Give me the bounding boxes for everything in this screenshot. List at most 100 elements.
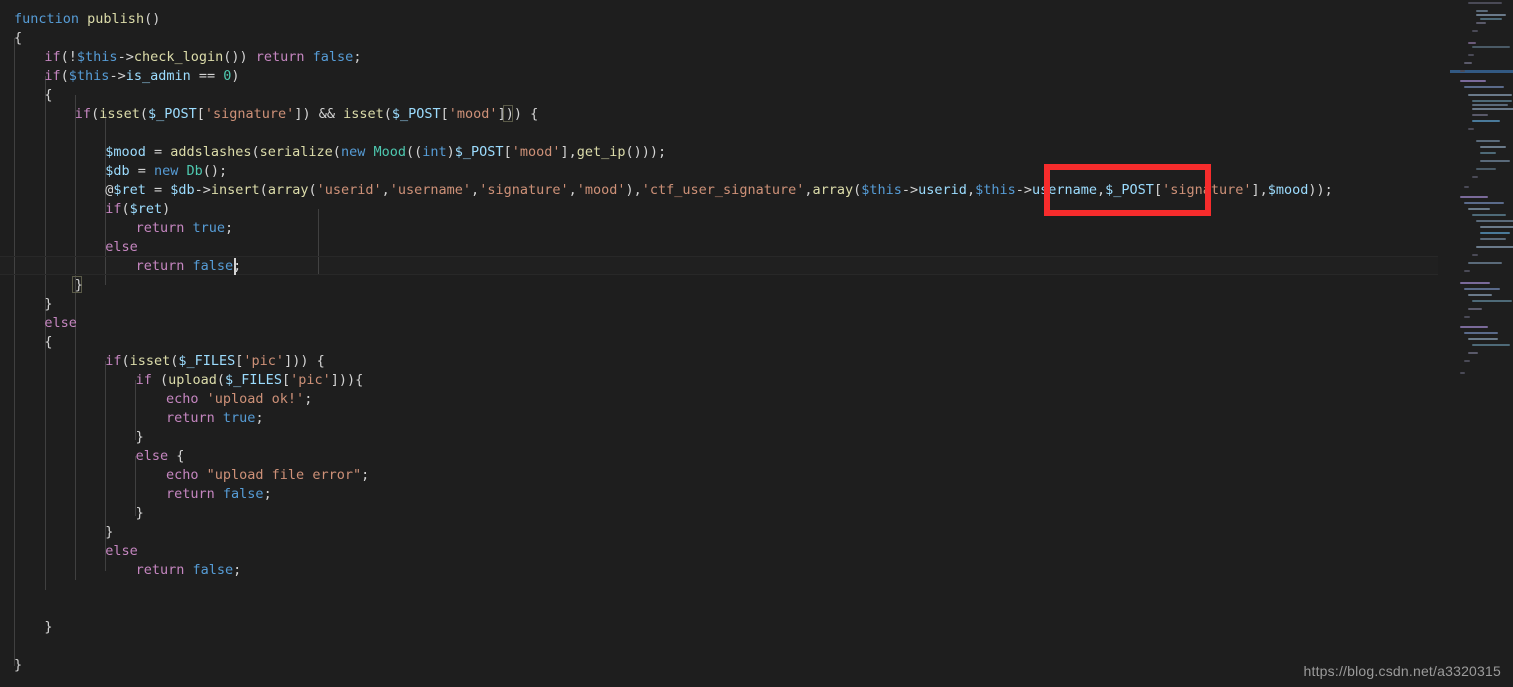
code-line[interactable]: return false;	[166, 485, 272, 504]
code-text-layer[interactable]: function publish(){if(!$this->check_logi…	[0, 0, 1438, 687]
code-line[interactable]: else	[105, 542, 138, 561]
code-token: true	[192, 220, 226, 236]
code-token: [	[440, 106, 449, 122]
minimap-line	[1464, 86, 1504, 88]
code-token: $db	[105, 163, 130, 179]
code-token: echo	[166, 467, 199, 483]
code-token: )	[162, 201, 171, 217]
code-token: [	[196, 106, 205, 122]
code-line[interactable]: {	[44, 333, 52, 352]
code-line[interactable]: return false;	[136, 561, 242, 580]
code-token: addslashes	[170, 144, 252, 160]
code-token: ;	[233, 562, 242, 578]
code-token: ==	[190, 68, 224, 84]
code-token: else	[135, 448, 169, 464]
code-token: $mood	[105, 144, 146, 160]
code-token: (	[121, 353, 130, 369]
code-line[interactable]: }	[44, 618, 52, 637]
minimap-line	[1472, 176, 1478, 178]
code-line[interactable]: $db = new Db();	[105, 162, 227, 181]
code-line[interactable]: }	[105, 523, 113, 542]
code-token: (	[332, 144, 341, 160]
code-token: false	[192, 562, 234, 578]
code-token: ->	[901, 182, 919, 198]
code-line[interactable]: else	[44, 314, 77, 333]
code-line[interactable]: }	[44, 295, 52, 314]
code-line[interactable]: if(!$this->check_login()) return false;	[44, 48, 361, 67]
code-line[interactable]: }	[136, 504, 144, 523]
code-token: (!	[60, 49, 77, 65]
code-line[interactable]: else {	[136, 447, 185, 466]
minimap[interactable]	[1450, 0, 1513, 687]
code-line[interactable]: echo "upload file error";	[166, 466, 369, 485]
code-line[interactable]: }	[14, 656, 22, 675]
code-token: 'signature'	[479, 182, 569, 198]
code-line[interactable]: return true;	[136, 219, 234, 238]
code-token: [	[281, 372, 291, 388]
code-line[interactable]: if($this->is_admin == 0)	[44, 67, 239, 86]
code-token: 'mood'	[576, 182, 626, 198]
code-token: 'pic'	[243, 353, 285, 369]
code-token: }	[135, 505, 144, 521]
minimap-line	[1472, 300, 1512, 302]
code-token: ;	[225, 220, 234, 236]
code-line[interactable]: echo 'upload ok!';	[166, 390, 312, 409]
minimap-line	[1468, 262, 1502, 264]
code-line[interactable]: function publish()	[14, 10, 160, 29]
code-token: int	[422, 144, 447, 160]
code-line[interactable]: else	[105, 238, 138, 257]
minimap-line	[1480, 232, 1510, 234]
code-token: =	[129, 163, 154, 179]
code-token: )	[231, 68, 240, 84]
code-token: $this	[76, 49, 118, 65]
code-token: false	[192, 258, 234, 274]
minimap-line	[1476, 220, 1513, 222]
code-line[interactable]: if(isset($_FILES['pic'])) {	[105, 352, 325, 371]
code-token: ();	[202, 163, 228, 179]
minimap-line	[1464, 186, 1469, 188]
code-line[interactable]: {	[14, 29, 22, 48]
code-token: ;	[304, 391, 313, 407]
code-line[interactable]: $mood = addslashes(serialize(new Mood((i…	[105, 143, 666, 162]
minimap-line	[1464, 332, 1498, 334]
code-token: check_login	[133, 49, 224, 65]
code-line[interactable]: if (upload($_FILES['pic'])){	[136, 371, 364, 390]
code-token: ,	[381, 182, 390, 198]
code-line[interactable]: if($ret)	[105, 200, 170, 219]
minimap-line	[1472, 100, 1512, 102]
code-token: }	[105, 524, 114, 540]
minimap-line	[1472, 46, 1510, 48]
code-token: array	[812, 182, 854, 198]
code-token: =	[145, 182, 171, 198]
minimap-line	[1464, 270, 1470, 272]
code-token: (	[151, 372, 169, 388]
code-line[interactable]: }	[136, 428, 144, 447]
code-token: [	[1153, 182, 1163, 198]
code-line[interactable]: return false;	[136, 257, 242, 276]
code-token: 'mood'	[511, 144, 561, 160]
code-token: $_FILES	[225, 372, 282, 388]
code-token: else	[105, 543, 138, 559]
code-editor-pane[interactable]: function publish(){if(!$this->check_logi…	[0, 0, 1438, 687]
code-token: function	[14, 11, 80, 27]
code-line[interactable]: @$ret = $db->insert(array('userid','user…	[105, 181, 1333, 200]
code-token: is_admin	[125, 68, 191, 84]
code-token: insert	[210, 182, 260, 198]
minimap-line	[1480, 152, 1496, 154]
code-token: publish	[87, 11, 145, 27]
code-token: }	[14, 657, 23, 673]
code-line[interactable]: if(isset($_POST['signature']) && isset($…	[75, 105, 538, 124]
code-line[interactable]: return true;	[166, 409, 264, 428]
code-token: (	[139, 106, 148, 122]
code-line[interactable]: {	[44, 86, 52, 105]
code-token: ])){	[330, 372, 364, 388]
code-token: return	[135, 258, 185, 274]
code-line[interactable]: }	[75, 276, 83, 295]
code-token: }	[74, 277, 83, 293]
code-token: return	[135, 562, 185, 578]
